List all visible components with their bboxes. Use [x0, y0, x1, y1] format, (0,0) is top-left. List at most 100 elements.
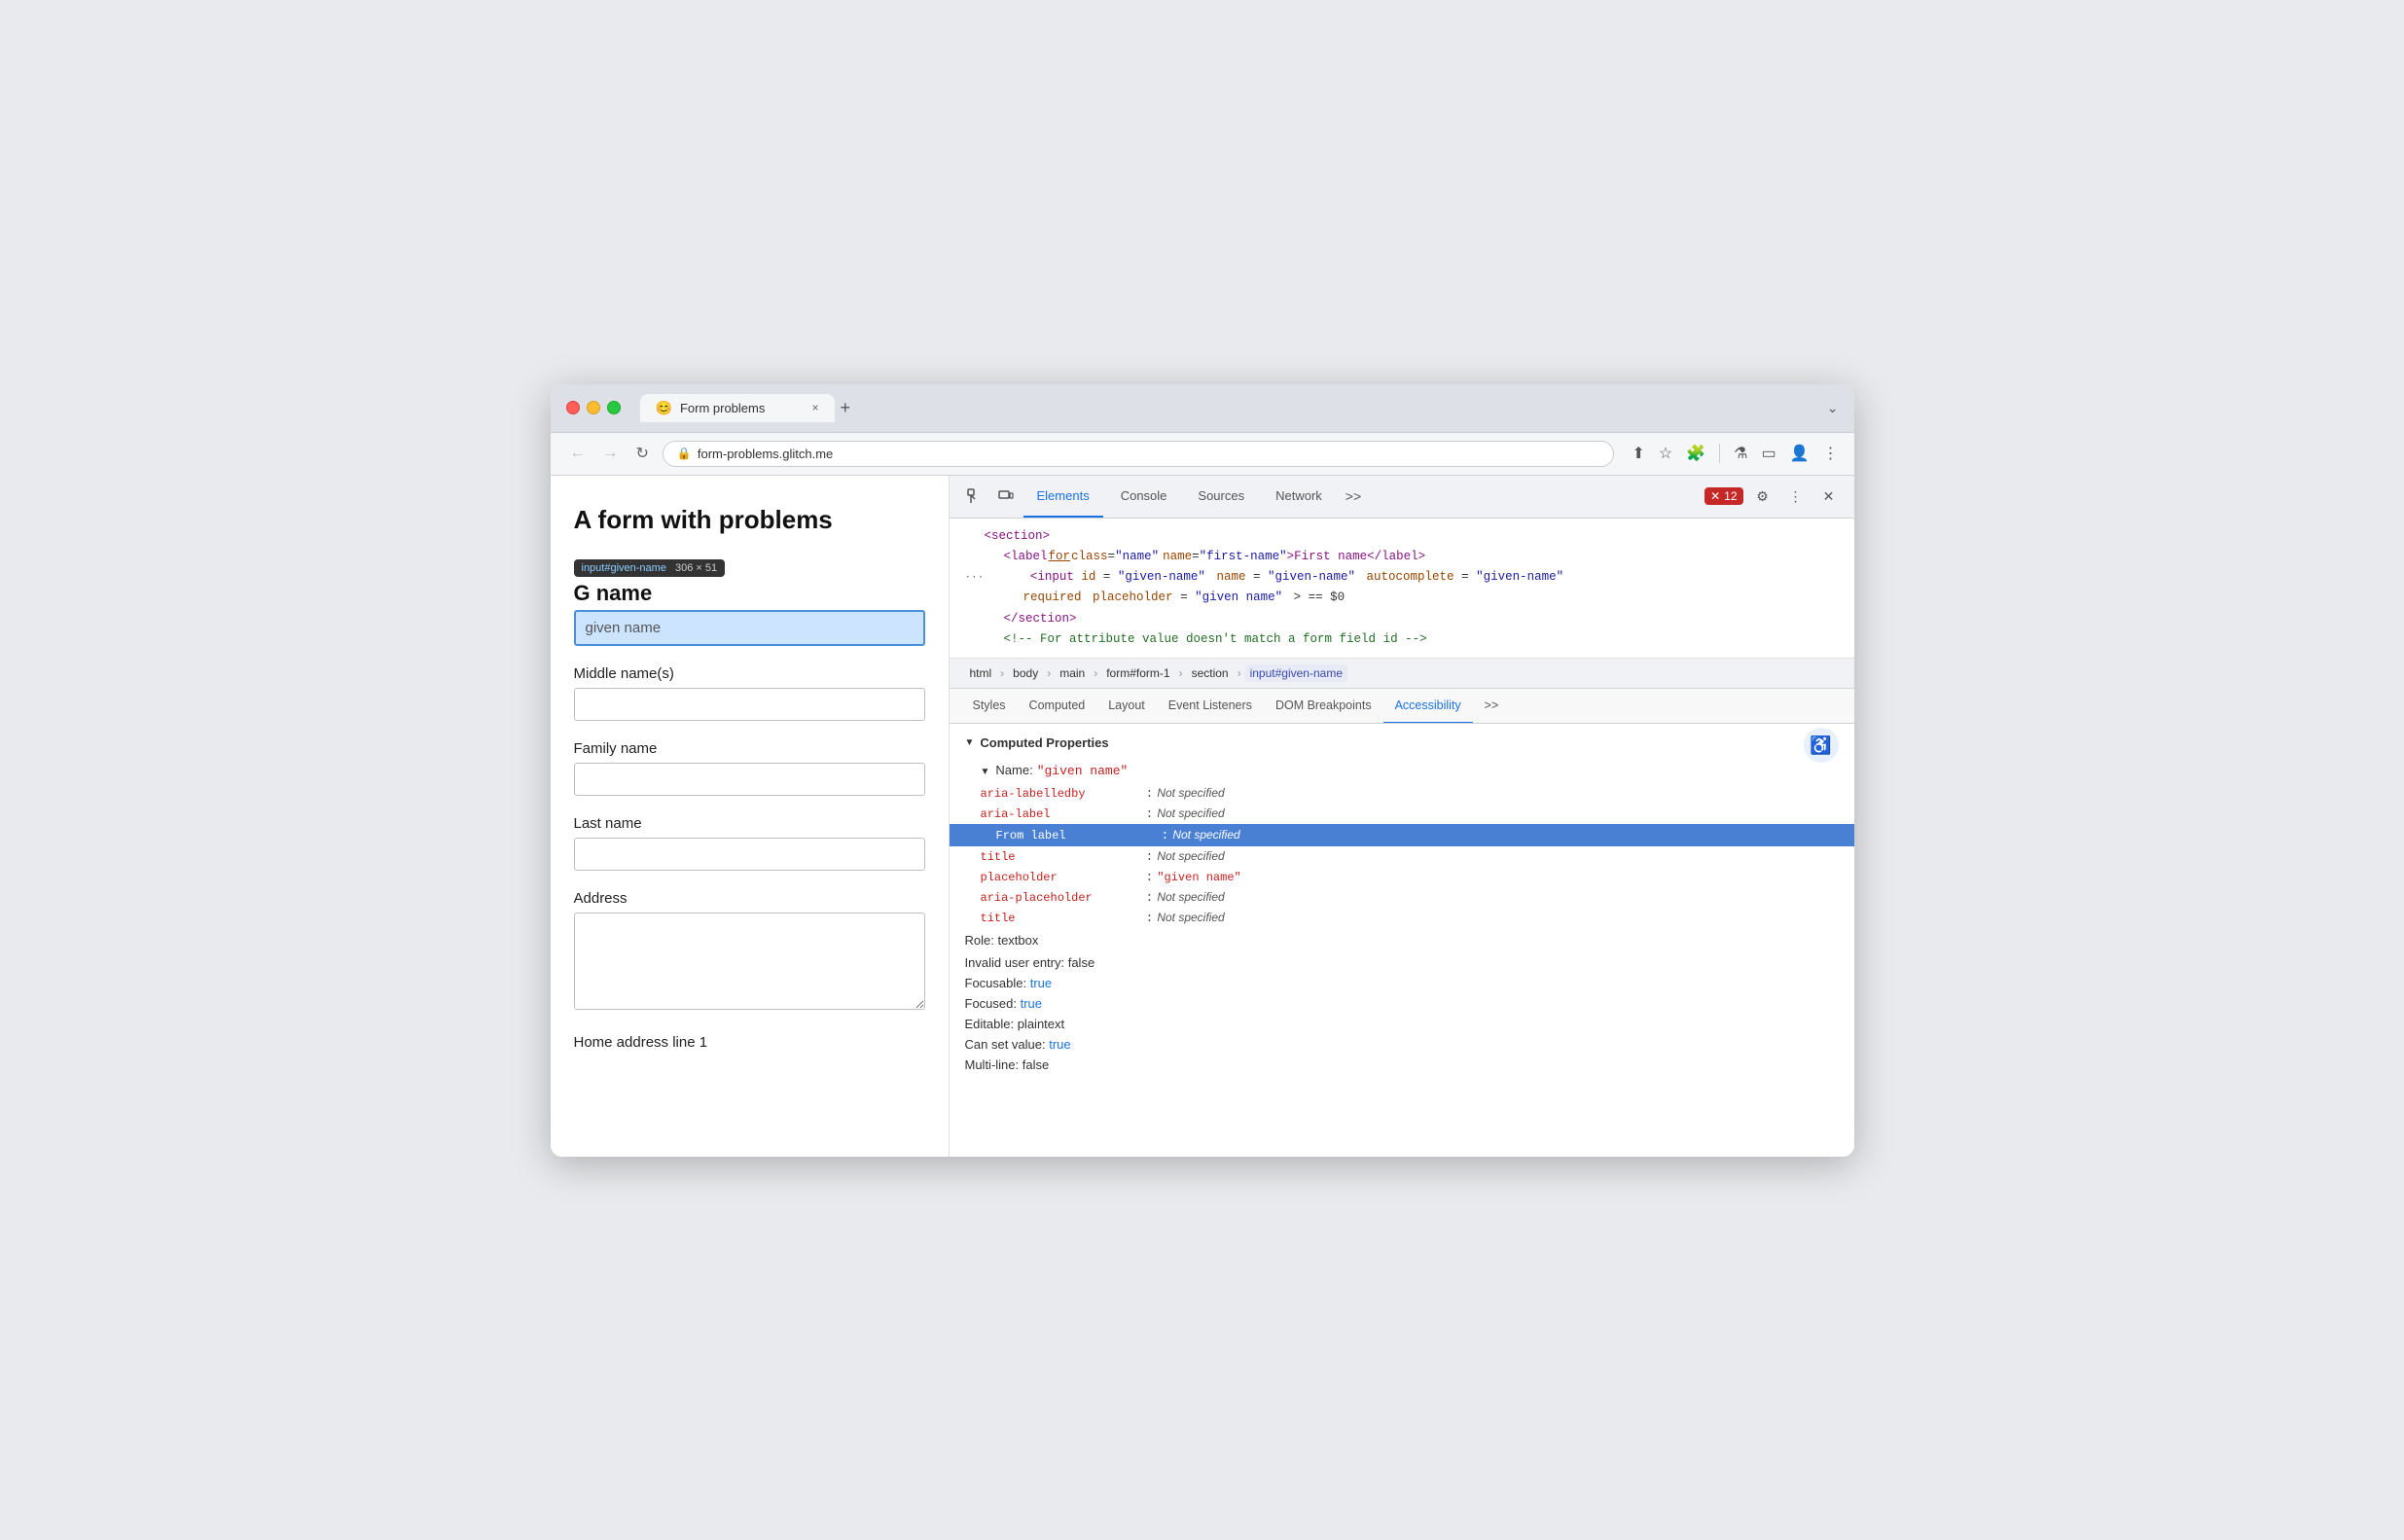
home-address-field: Home address line 1	[574, 1034, 925, 1051]
family-name-input[interactable]	[574, 763, 925, 796]
ellipsis-button[interactable]: ···	[965, 572, 985, 584]
editable-row: Editable: plaintext	[965, 1014, 1839, 1034]
invalid-entry-row: Invalid user entry: false	[965, 952, 1839, 973]
title-row-1: title : Not specified	[965, 846, 1839, 867]
last-name-field: Last name	[574, 815, 925, 871]
middle-name-label: Middle name(s)	[574, 665, 925, 682]
active-tab[interactable]: 😊 Form problems ×	[640, 394, 835, 422]
more-tabs-button[interactable]: >>	[1340, 488, 1367, 504]
tab-accessibility[interactable]: Accessibility	[1383, 689, 1473, 724]
aria-label-row: aria-label : Not specified	[965, 804, 1839, 824]
tab-close-button[interactable]: ×	[811, 401, 818, 414]
analytics-icon[interactable]: ⚗	[1734, 444, 1747, 463]
partial-label: G name	[574, 581, 925, 606]
last-name-input[interactable]	[574, 838, 925, 871]
new-tab-button[interactable]: +	[841, 398, 851, 418]
error-icon: ✕	[1710, 489, 1720, 503]
main-content: A form with problems input#given-name 30…	[551, 476, 1854, 1157]
maximize-traffic-light[interactable]	[607, 401, 621, 414]
minimize-traffic-light[interactable]	[587, 401, 600, 414]
address-field: Address	[574, 890, 925, 1015]
name-collapse-triangle[interactable]: ▼	[981, 767, 990, 777]
devtools-panel: Elements Console Sources Network >> ✕ 12	[950, 476, 1854, 1157]
role-label: Role:	[965, 933, 998, 948]
tab-elements[interactable]: Elements	[1023, 476, 1103, 519]
editable-value: plaintext	[1018, 1017, 1064, 1031]
breadcrumb-body[interactable]: body	[1008, 664, 1043, 682]
tab-dom-breakpoints[interactable]: DOM Breakpoints	[1264, 689, 1383, 724]
accessibility-icon-container: ♿	[1804, 728, 1839, 763]
focusable-row: Focusable: true	[965, 973, 1839, 993]
section-title: Computed Properties	[980, 735, 1108, 750]
tab-more-props[interactable]: >>	[1473, 689, 1511, 724]
html-line-input-container: ··· <input id = "given-name" name = "giv…	[965, 567, 1839, 588]
breadcrumb-form[interactable]: form#form-1	[1101, 664, 1174, 682]
bookmark-icon[interactable]: ☆	[1659, 444, 1672, 463]
tab-network[interactable]: Network	[1262, 476, 1336, 519]
address-label: Address	[574, 890, 925, 907]
html-view: <section> <label for class = "name" name…	[950, 519, 1854, 660]
more-options-icon[interactable]: ⋮	[1782, 483, 1810, 510]
name-row: ▼ Name: "given name"	[965, 760, 1839, 781]
html-line-close-section: </section>	[1004, 609, 1839, 629]
role-value: textbox	[997, 933, 1038, 948]
profile-icon[interactable]: 👤	[1790, 444, 1810, 463]
tab-styles[interactable]: Styles	[961, 689, 1018, 724]
middle-name-input[interactable]	[574, 688, 925, 721]
share-icon[interactable]: ⬆	[1632, 444, 1644, 463]
tab-computed[interactable]: Computed	[1018, 689, 1097, 724]
nav-back-button[interactable]: ←	[566, 443, 590, 464]
nav-forward-button[interactable]: →	[599, 443, 623, 464]
input-tooltip-container: input#given-name 306 × 51	[574, 558, 925, 577]
devtools-topbar-right: ✕ 12 ⚙ ⋮ ✕	[1704, 483, 1842, 510]
sidebar-icon[interactable]: ▭	[1761, 444, 1776, 463]
close-traffic-light[interactable]	[566, 401, 580, 414]
nav-refresh-button[interactable]: ↻	[632, 442, 653, 465]
from-label-row[interactable]: From label : Not specified	[950, 824, 1854, 846]
from-label-value: Not specified	[1172, 828, 1239, 842]
props-tabs: Styles Computed Layout Event Listeners D…	[950, 689, 1854, 724]
extensions-icon[interactable]: 🧩	[1686, 444, 1705, 463]
address-bar: ← → ↻ 🔒 form-problems.glitch.me ⬆ ☆ 🧩 ⚗ …	[551, 433, 1854, 476]
tab-dropdown-button[interactable]: ⌄	[1827, 400, 1839, 416]
collapse-triangle[interactable]: ▼	[965, 737, 975, 748]
html-line-comment: <!-- For attribute value doesn't match a…	[1004, 629, 1839, 650]
toolbar-divider	[1719, 444, 1720, 463]
middle-name-field: Middle name(s)	[574, 665, 925, 721]
address-textarea[interactable]	[574, 913, 925, 1010]
accessibility-person-button[interactable]: ♿	[1804, 728, 1839, 763]
can-set-value-value: true	[1049, 1037, 1070, 1052]
breadcrumb-main[interactable]: main	[1055, 664, 1090, 682]
multiline-row: Multi-line: false	[965, 1055, 1839, 1075]
tooltip-id: input#given-name	[582, 562, 666, 574]
tab-sources[interactable]: Sources	[1184, 476, 1258, 519]
role-row: Role: textbox	[965, 928, 1839, 952]
given-name-input[interactable]	[574, 610, 925, 646]
breadcrumb: html › body › main › form#form-1 › secti…	[950, 659, 1854, 689]
aria-labelledby-row: aria-labelledby : Not specified	[965, 783, 1839, 804]
tab-console[interactable]: Console	[1107, 476, 1181, 519]
close-devtools-button[interactable]: ✕	[1815, 483, 1843, 510]
html-tag-section: <section>	[985, 529, 1051, 543]
traffic-lights	[566, 401, 621, 414]
title-row-2: title : Not specified	[965, 908, 1839, 928]
home-address-label: Home address line 1	[574, 1034, 925, 1051]
breadcrumb-section[interactable]: section	[1187, 664, 1234, 682]
name-value: "given name"	[1037, 764, 1129, 778]
more-menu-icon[interactable]: ⋮	[1823, 444, 1839, 463]
family-name-label: Family name	[574, 740, 925, 757]
tab-layout[interactable]: Layout	[1096, 689, 1157, 724]
error-count: 12	[1724, 489, 1737, 503]
device-toolbar-button[interactable]	[992, 483, 1020, 510]
multiline-value: false	[1023, 1057, 1049, 1072]
settings-icon[interactable]: ⚙	[1749, 483, 1776, 510]
tab-event-listeners[interactable]: Event Listeners	[1157, 689, 1264, 724]
inspect-element-button[interactable]	[961, 483, 988, 510]
breadcrumb-input[interactable]: input#given-name	[1245, 664, 1347, 682]
address-input[interactable]: 🔒 form-problems.glitch.me	[663, 441, 1615, 467]
error-badge: ✕ 12	[1704, 487, 1742, 505]
breadcrumb-html[interactable]: html	[965, 664, 997, 682]
title-bar: 😊 Form problems × + ⌄	[551, 384, 1854, 433]
invalid-entry-value: false	[1068, 955, 1094, 970]
name-label: Name:	[995, 763, 1032, 777]
